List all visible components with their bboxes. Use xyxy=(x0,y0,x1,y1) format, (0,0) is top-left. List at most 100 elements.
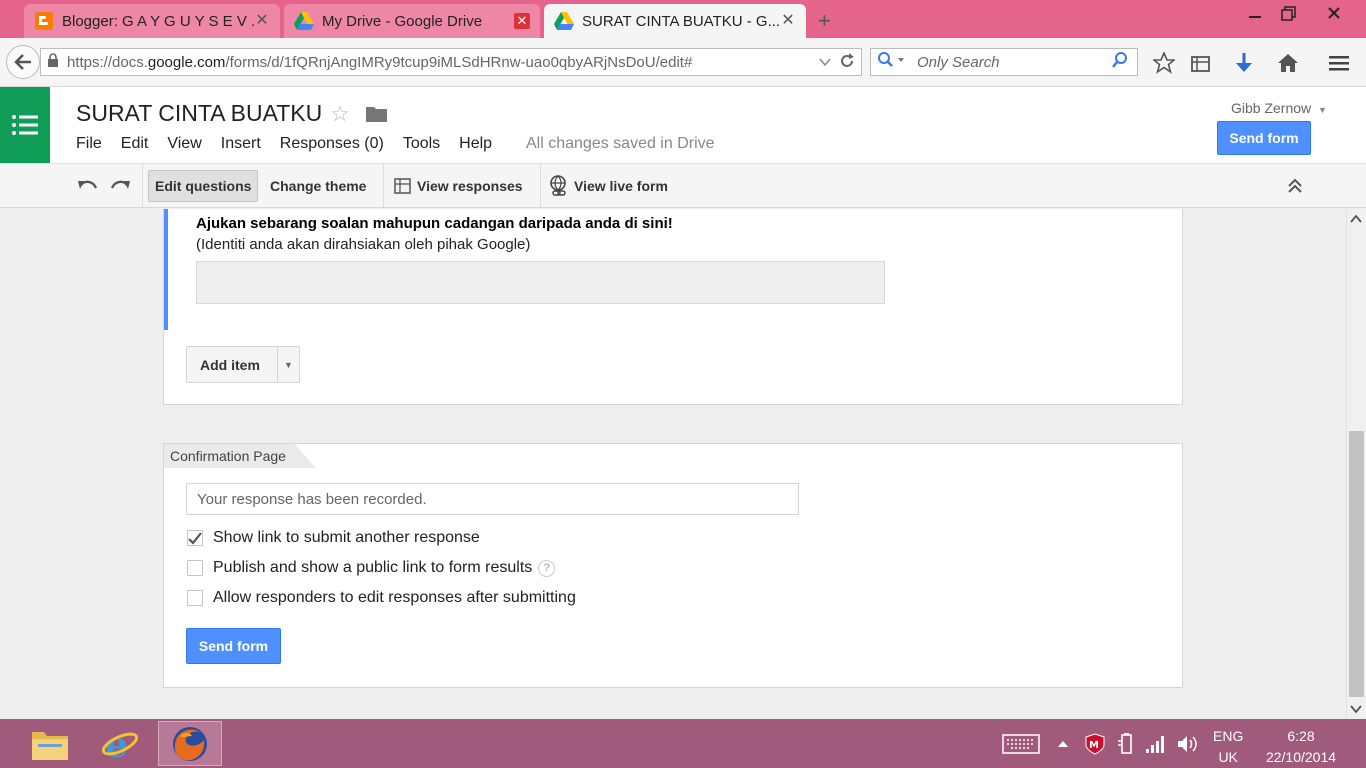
forms-toolbar: Edit questions Change theme View respons… xyxy=(0,163,1366,208)
collapse-header-icon[interactable] xyxy=(1283,175,1307,197)
help-icon[interactable]: ? xyxy=(538,559,556,577)
back-button[interactable] xyxy=(6,45,40,79)
tab-label: Blogger: G A Y G U Y S E V ... xyxy=(62,12,254,30)
star-icon[interactable]: ☆ xyxy=(330,101,350,127)
mcafee-icon[interactable]: M xyxy=(1085,733,1105,755)
scroll-down-icon[interactable] xyxy=(1350,703,1362,717)
language-region: UK xyxy=(1218,749,1238,765)
menu-insert[interactable]: Insert xyxy=(221,135,261,153)
edit-questions-button[interactable]: Edit questions xyxy=(148,170,259,202)
network-signal-icon[interactable] xyxy=(1145,733,1165,755)
view-live-form-button[interactable]: View live form xyxy=(543,170,674,202)
battery-icon[interactable] xyxy=(1116,733,1136,755)
navigation-bar: https://docs.google.com/forms/d/1fQRnjAn… xyxy=(0,38,1366,87)
close-icon[interactable]: ✕ xyxy=(514,13,530,29)
document-title[interactable]: SURAT CINTA BUATKU xyxy=(76,100,322,127)
menu-bar: File Edit View Insert Responses (0) Tool… xyxy=(76,135,511,153)
send-form-button[interactable]: Send form xyxy=(1217,121,1311,155)
forms-header: SURAT CINTA BUATKU ☆ File Edit View Inse… xyxy=(0,87,1366,163)
close-icon[interactable]: ✕ xyxy=(254,13,270,29)
menu-edit[interactable]: Edit xyxy=(121,135,149,153)
confirmation-message-input[interactable]: Your response has been recorded. xyxy=(186,483,799,515)
scroll-up-icon[interactable] xyxy=(1350,213,1362,227)
toolbar-divider xyxy=(383,164,384,208)
bookmark-star-icon[interactable] xyxy=(1153,52,1175,74)
menu-tools[interactable]: Tools xyxy=(403,135,440,153)
checkbox-allow-edit[interactable] xyxy=(187,590,203,606)
menu-help[interactable]: Help xyxy=(459,135,492,153)
system-clock[interactable]: 6:28 22/10/2014 xyxy=(1258,726,1344,768)
download-icon[interactable] xyxy=(1233,52,1255,74)
input-language-indicator[interactable]: ENG UK xyxy=(1213,726,1243,768)
windows-taskbar: e M ENG UK 6:28 22/10/2014 xyxy=(0,719,1366,768)
forms-logo-icon xyxy=(12,115,38,135)
touch-keyboard-icon[interactable] xyxy=(1002,733,1040,755)
option-label: Allow responders to edit responses after… xyxy=(213,589,576,606)
search-box[interactable]: Only Search xyxy=(870,48,1138,76)
menu-responses[interactable]: Responses (0) xyxy=(280,135,384,153)
folder-icon[interactable] xyxy=(366,105,388,128)
option-publish-results[interactable]: Publish and show a public link to form r… xyxy=(187,559,556,577)
scrollbar-thumb[interactable] xyxy=(1349,431,1364,697)
search-input[interactable]: Only Search xyxy=(917,54,1111,71)
show-hidden-icons-icon[interactable] xyxy=(1057,733,1069,755)
option-label: Show link to submit another response xyxy=(213,529,480,546)
firefox-icon xyxy=(173,726,207,761)
chevron-down-icon[interactable]: ▼ xyxy=(277,347,299,382)
toolbar-divider xyxy=(540,164,541,208)
home-icon[interactable] xyxy=(1277,52,1299,74)
vertical-scrollbar[interactable] xyxy=(1346,209,1366,719)
menu-icon[interactable] xyxy=(1328,52,1350,74)
internet-explorer-button[interactable]: e xyxy=(88,721,152,766)
add-item-button[interactable]: Add item ▼ xyxy=(186,346,300,383)
checkbox-publish-results[interactable] xyxy=(187,560,203,576)
volume-icon[interactable] xyxy=(1176,733,1198,755)
undo-icon[interactable] xyxy=(76,175,100,197)
reading-list-icon[interactable] xyxy=(1190,52,1212,74)
user-account[interactable]: Gibb Zernow xyxy=(1231,100,1311,116)
table-icon xyxy=(394,178,411,194)
chevron-down-icon[interactable]: ▼ xyxy=(1318,105,1327,115)
tab-label: My Drive - Google Drive xyxy=(322,12,483,30)
blogger-icon xyxy=(34,11,54,31)
maximize-icon[interactable] xyxy=(1281,6,1297,27)
search-icon[interactable] xyxy=(1111,51,1129,74)
file-explorer-button[interactable] xyxy=(18,721,82,766)
tab-label: SURAT CINTA BUATKU - G... xyxy=(582,12,780,30)
menu-view[interactable]: View xyxy=(167,135,201,153)
answer-textarea-preview xyxy=(196,261,885,304)
browser-tab-bar: Blogger: G A Y G U Y S E V ... ✕ My Driv… xyxy=(0,0,1366,38)
minimize-icon[interactable] xyxy=(1248,6,1262,25)
tab-surat-cinta[interactable]: SURAT CINTA BUATKU - G... ✕ xyxy=(544,4,806,38)
internet-explorer-icon: e xyxy=(101,724,139,764)
menu-file[interactable]: File xyxy=(76,135,102,153)
language-code: ENG xyxy=(1213,728,1244,744)
window-close-icon[interactable] xyxy=(1327,6,1341,25)
save-status: All changes saved in Drive xyxy=(526,135,715,152)
option-label: Publish and show a public link to form r… xyxy=(213,559,533,576)
redo-icon[interactable] xyxy=(108,175,132,197)
option-show-link[interactable]: Show link to submit another response xyxy=(187,529,480,547)
view-live-form-label: View live form xyxy=(574,178,668,194)
tab-my-drive[interactable]: My Drive - Google Drive ✕ xyxy=(284,4,540,38)
view-responses-button[interactable]: View responses xyxy=(388,170,529,202)
reload-icon[interactable] xyxy=(839,53,855,74)
change-theme-button[interactable]: Change theme xyxy=(264,170,372,202)
option-allow-edit[interactable]: Allow responders to edit responses after… xyxy=(187,589,576,607)
new-tab-button[interactable]: + xyxy=(818,8,831,34)
close-icon[interactable]: ✕ xyxy=(780,13,796,29)
question-help-text: (Identiti anda akan dirahsiakan oleh pih… xyxy=(196,236,531,253)
add-item-label[interactable]: Add item xyxy=(187,357,277,373)
drive-icon xyxy=(294,11,314,31)
search-engine-icon[interactable] xyxy=(877,51,905,74)
send-form-button[interactable]: Send form xyxy=(186,628,281,664)
clock-time: 6:28 xyxy=(1287,728,1315,744)
firefox-button[interactable] xyxy=(158,721,222,766)
tab-blogger[interactable]: Blogger: G A Y G U Y S E V ... ✕ xyxy=(24,4,280,38)
checkmark-icon xyxy=(188,531,202,545)
dropdown-icon[interactable] xyxy=(819,55,831,73)
checkbox-show-link[interactable] xyxy=(187,530,203,546)
forms-home-button[interactable] xyxy=(0,87,50,163)
question-card[interactable]: Ajukan sebarang soalan mahupun cadangan … xyxy=(163,209,1183,405)
address-bar[interactable]: https://docs.google.com/forms/d/1fQRnjAn… xyxy=(40,48,862,76)
